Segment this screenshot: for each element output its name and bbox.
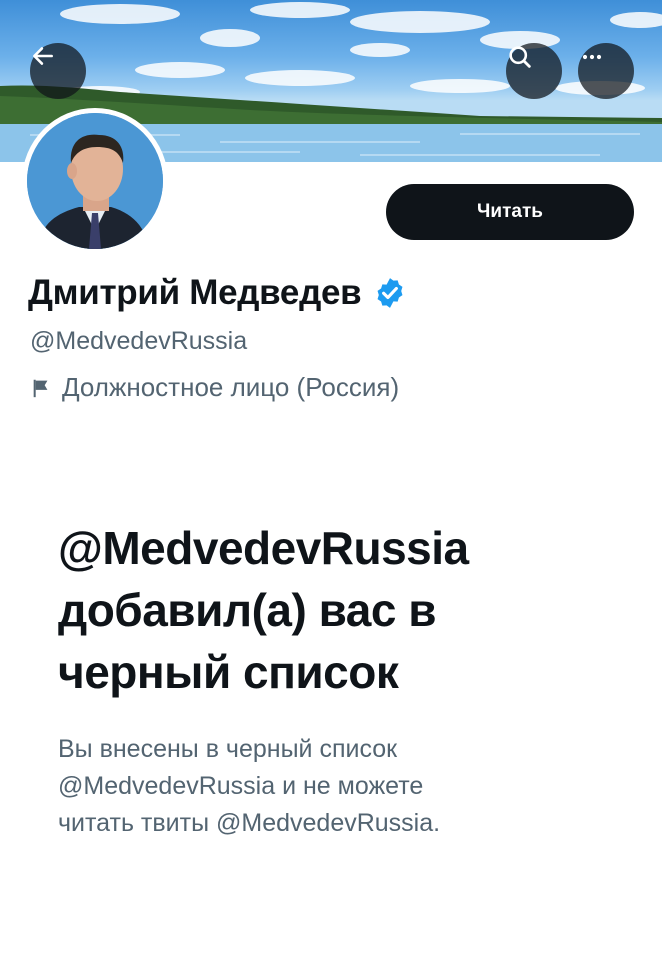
follow-button[interactable]: Читать [386, 184, 634, 240]
verified-badge-icon[interactable] [373, 276, 407, 310]
back-button[interactable] [30, 43, 86, 99]
search-icon [509, 46, 531, 68]
blocked-description: Вы внесены в черный список @MedvedevRuss… [58, 731, 638, 842]
arrow-left-icon [33, 47, 53, 65]
profile-handle: @MedvedevRussia [30, 327, 248, 355]
blocked-description-line: Вы внесены в черный список [58, 735, 398, 763]
blocked-description-line: @MedvedevRussia и не можете [58, 772, 424, 800]
search-button[interactable] [506, 43, 562, 99]
display-name: Дмитрий Медведев [28, 273, 362, 312]
flag-icon [33, 379, 48, 397]
blocked-description-line: читать твиты @MedvedevRussia. [58, 809, 441, 837]
more-horizontal-icon [582, 54, 602, 60]
more-button[interactable] [578, 43, 634, 99]
blocked-title: @MedvedevRussia добавил(а) вас в черный … [58, 517, 638, 703]
name-row: Дмитрий Медведев [28, 273, 407, 313]
blocked-title-line: черный список [58, 646, 399, 698]
avatar-portrait-image [27, 113, 163, 249]
blocked-title-line: @MedvedevRussia [58, 522, 469, 574]
profile-avatar[interactable] [22, 108, 168, 254]
blocked-title-line: добавил(а) вас в [58, 584, 436, 636]
profile-category: Должностное лицо (Россия) [30, 372, 399, 403]
category-label: Должностное лицо (Россия) [62, 372, 400, 402]
profile-page: Читать Дмитрий Медведев @MedvedevRussia … [0, 0, 662, 956]
